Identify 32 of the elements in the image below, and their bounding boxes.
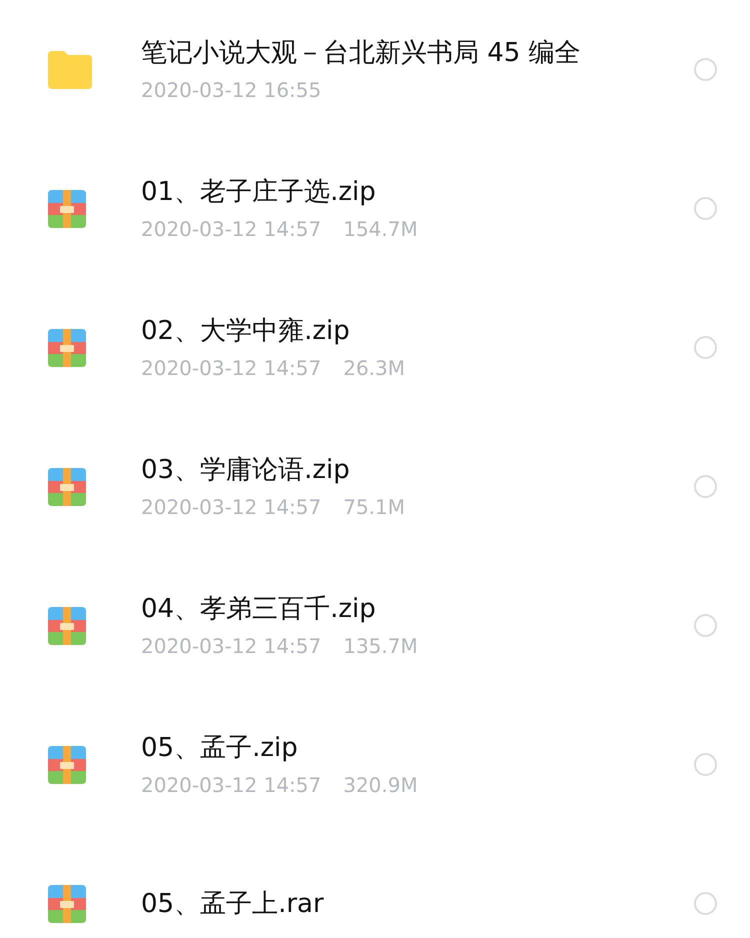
select-radio[interactable] (694, 197, 717, 220)
archive-icon (48, 468, 86, 506)
file-name[interactable]: 04、孝弟三百千.zip (141, 590, 664, 626)
modified-date: 2020-03-12 14:57 (141, 354, 322, 382)
modified-date: 2020-03-12 14:57 (141, 216, 322, 242)
file-size: 75.1M (343, 494, 406, 520)
file-name[interactable]: 05、孟子上.rar (141, 886, 664, 922)
archive-icon (48, 746, 86, 784)
select-radio[interactable] (694, 614, 717, 637)
select-radio[interactable] (694, 336, 717, 359)
archive-icon (48, 190, 86, 228)
select-radio[interactable] (694, 475, 717, 498)
select-radio[interactable] (694, 753, 717, 776)
modified-date: 2020-03-12 16:55 (141, 76, 322, 104)
file-name[interactable]: 01、老子庄子选.zip (141, 174, 664, 210)
select-radio[interactable] (694, 58, 717, 81)
folder-icon (48, 50, 92, 88)
file-size: 135.7M (343, 632, 418, 660)
archive-icon (48, 606, 86, 644)
file-name[interactable]: 笔记小说大观－台北新兴书局 45 编全 (141, 34, 664, 70)
modified-date: 2020-03-12 14:57 (141, 632, 322, 660)
modified-date: 2020-03-12 14:57 (141, 772, 322, 798)
archive-icon (48, 328, 86, 366)
modified-date: 2020-03-12 14:57 (141, 494, 322, 520)
file-size: 154.7M (343, 216, 418, 242)
archive-icon (48, 884, 86, 922)
file-name[interactable]: 02、大学中雍.zip (141, 312, 664, 348)
select-radio[interactable] (694, 892, 717, 915)
file-name[interactable]: 03、学庸论语.zip (141, 452, 664, 488)
file-size: 26.3M (343, 354, 406, 382)
file-size: 320.9M (343, 772, 418, 798)
file-name[interactable]: 05、孟子.zip (141, 730, 664, 766)
